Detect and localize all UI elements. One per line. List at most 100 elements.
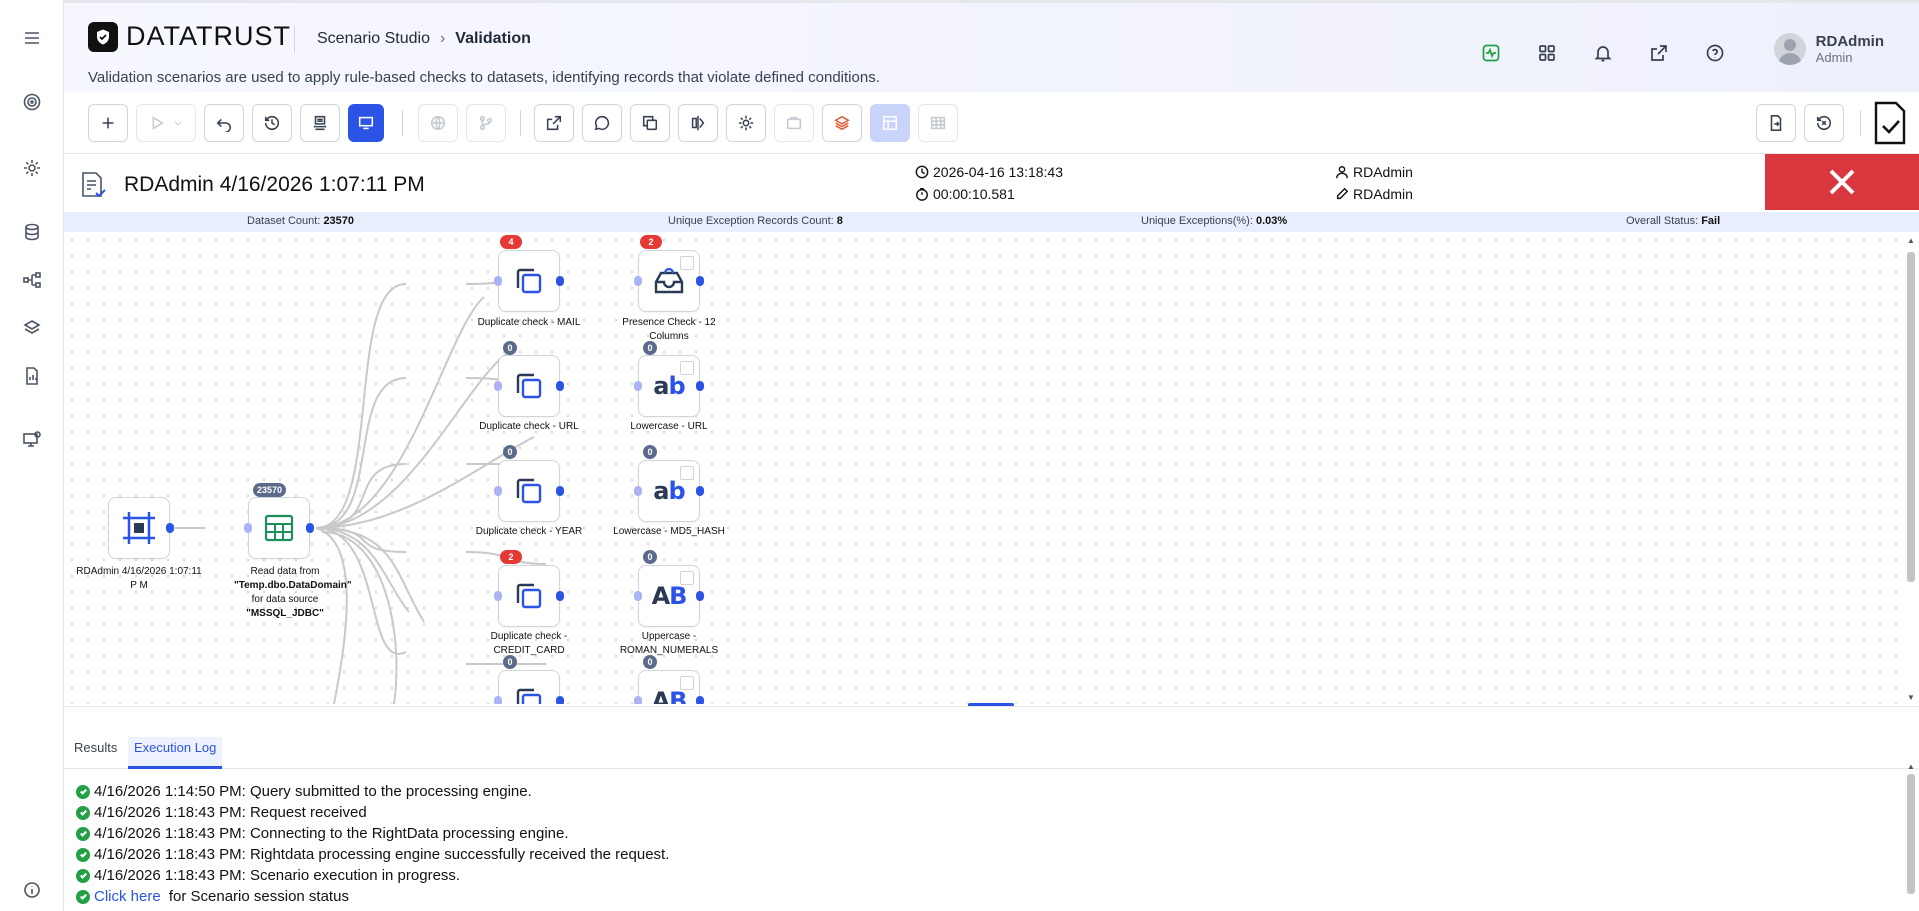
user-menu[interactable]: RDAdmin Admin <box>1773 33 1884 65</box>
input-port[interactable] <box>634 381 642 391</box>
validation-doc-icon[interactable] <box>1870 100 1910 146</box>
settings-icon[interactable] <box>16 152 48 184</box>
input-port[interactable] <box>494 486 502 496</box>
avatar <box>1773 33 1806 65</box>
tab-results[interactable]: Results <box>68 737 123 769</box>
layers-icon[interactable] <box>16 312 48 344</box>
duplicate-check-year-node[interactable] <box>494 460 564 522</box>
output-port[interactable] <box>166 523 174 533</box>
duplicate-check-node[interactable] <box>494 670 564 704</box>
checkbox[interactable] <box>680 466 694 480</box>
scroll-up-icon[interactable]: ▲ <box>1907 236 1915 245</box>
checkbox[interactable] <box>680 676 694 690</box>
bell-icon[interactable] <box>1589 39 1617 67</box>
read-data-node[interactable] <box>244 497 314 559</box>
scroll-up-icon[interactable]: ▲ <box>1907 762 1915 771</box>
source-node[interactable] <box>108 497 174 559</box>
output-port[interactable] <box>696 486 704 496</box>
scrollbar-thumb[interactable] <box>1907 774 1915 894</box>
export-button[interactable] <box>534 104 574 142</box>
output-port[interactable] <box>556 591 564 601</box>
undo-button[interactable] <box>204 104 244 142</box>
compare-icon <box>691 115 705 131</box>
database-icon[interactable] <box>16 216 48 248</box>
flow-canvas[interactable]: RDAdmin 4/16/2026 1:07:11 P M 23570 Read… <box>64 232 1903 704</box>
uppercase-node[interactable]: AB <box>634 670 704 704</box>
external-link-icon[interactable] <box>1645 39 1673 67</box>
input-port[interactable] <box>634 276 642 286</box>
pencil-icon <box>1336 187 1349 200</box>
lowercase-icon: ab <box>653 477 685 505</box>
tab-execution-log[interactable]: Execution Log <box>128 737 223 769</box>
duplicate-check-credit-card-node[interactable] <box>494 565 564 627</box>
presence-check-node[interactable] <box>634 250 704 312</box>
duplicate-check-mail-node[interactable] <box>494 250 564 312</box>
run-duration: 00:00:10.581 <box>915 186 1015 202</box>
git-branch-icon <box>479 115 493 131</box>
run-button[interactable] <box>136 104 196 142</box>
output-port[interactable] <box>306 523 314 533</box>
add-button[interactable] <box>88 104 128 142</box>
run-timestamp-value: 2026-04-16 13:18:43 <box>933 164 1063 180</box>
input-port[interactable] <box>494 381 502 391</box>
duplicate-check-credit-card-label: Duplicate check - CREDIT_CARD <box>490 631 568 656</box>
checkbox[interactable] <box>680 256 694 270</box>
canvas-scrollbar[interactable]: ▲ ▼ <box>1903 232 1919 704</box>
output-port[interactable] <box>696 696 704 704</box>
log-scrollbar[interactable]: ▲ <box>1903 760 1919 911</box>
comment-button[interactable] <box>582 104 622 142</box>
exception-badge: 0 <box>503 655 517 669</box>
output-port[interactable] <box>696 381 704 391</box>
screen-view-button[interactable] <box>348 104 384 142</box>
input-port[interactable] <box>494 276 502 286</box>
output-port[interactable] <box>556 696 564 704</box>
output-port[interactable] <box>556 276 564 286</box>
table-view-button[interactable] <box>918 104 958 142</box>
output-port[interactable] <box>556 486 564 496</box>
duplicate-icon <box>516 373 542 399</box>
lowercase-md5-node[interactable]: ab <box>634 460 704 522</box>
session-status-link[interactable]: Click here <box>94 888 161 905</box>
log-line: Click here for Scenario session status <box>76 886 669 907</box>
breadcrumb-scenario-studio[interactable]: Scenario Studio <box>317 30 430 48</box>
workflow-icon[interactable] <box>16 264 48 296</box>
report-icon[interactable] <box>16 360 48 392</box>
globe-button[interactable] <box>418 104 458 142</box>
copy-button[interactable] <box>630 104 670 142</box>
input-port[interactable] <box>494 591 502 601</box>
checkbox[interactable] <box>680 571 694 585</box>
layout-button[interactable] <box>870 104 910 142</box>
duplicate-icon <box>516 688 542 704</box>
input-port[interactable] <box>634 591 642 601</box>
config-button[interactable] <box>726 104 766 142</box>
uppercase-roman-node[interactable]: AB <box>634 565 704 627</box>
compare-button[interactable] <box>678 104 718 142</box>
checkbox[interactable] <box>680 361 694 375</box>
input-port[interactable] <box>494 696 502 704</box>
activity-icon[interactable] <box>1477 39 1505 67</box>
logo[interactable]: DATATRUST <box>88 21 291 52</box>
branch-button[interactable] <box>466 104 506 142</box>
menu-icon[interactable] <box>16 22 48 54</box>
history-button[interactable] <box>252 104 292 142</box>
apps-grid-icon[interactable] <box>1533 39 1561 67</box>
scrollbar-thumb[interactable] <box>1907 252 1915 582</box>
restore-button[interactable] <box>1804 104 1844 142</box>
input-port[interactable] <box>634 696 642 704</box>
info-icon[interactable] <box>16 874 48 906</box>
archive-button[interactable] <box>774 104 814 142</box>
input-port[interactable] <box>244 523 252 533</box>
monitor-settings-icon[interactable] <box>16 424 48 456</box>
output-port[interactable] <box>696 591 704 601</box>
output-port[interactable] <box>696 276 704 286</box>
help-icon[interactable] <box>1701 39 1729 67</box>
input-port[interactable] <box>634 486 642 496</box>
lowercase-url-node[interactable]: ab <box>634 355 704 417</box>
target-icon[interactable] <box>16 86 48 118</box>
output-port[interactable] <box>556 381 564 391</box>
layers-button[interactable] <box>822 104 862 142</box>
duplicate-check-url-node[interactable] <box>494 355 564 417</box>
scroll-down-icon[interactable]: ▼ <box>1907 693 1915 702</box>
queue-button[interactable] <box>300 104 340 142</box>
doc-export-button[interactable] <box>1756 104 1796 142</box>
